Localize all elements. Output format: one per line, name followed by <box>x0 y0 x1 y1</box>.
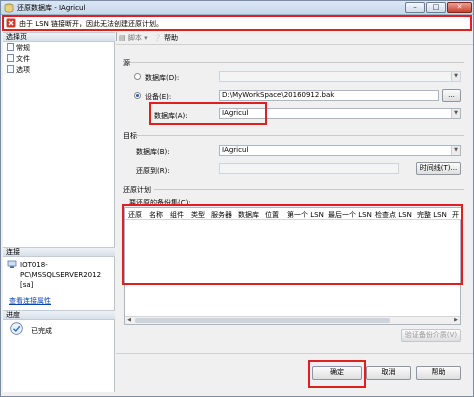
page-item-files[interactable]: 文件 <box>7 54 30 64</box>
connection-info: IOT018-PC\MSSQLSERVER2012 [sa] <box>20 261 102 289</box>
page-icon <box>7 54 14 62</box>
restore-plan-title: 还原计划 <box>123 186 151 194</box>
col-name[interactable]: 名称 <box>149 210 163 220</box>
error-message: 由于 LSN 链接断开，因此无法创建还原计划。 <box>19 20 164 28</box>
title-bar: 还原数据库 - IAgricul – □ ✕ <box>1 1 473 15</box>
page-item-options[interactable]: 选项 <box>7 65 30 75</box>
scroll-left-icon[interactable]: ◀ <box>125 317 133 324</box>
source-db-select[interactable]: IAgricul ▼ <box>219 108 461 119</box>
database-source-radio[interactable] <box>134 73 141 80</box>
col-checkpoint-lsn[interactable]: 检查点 LSN <box>375 210 412 220</box>
server-icon <box>7 260 17 268</box>
col-type[interactable]: 类型 <box>191 210 205 220</box>
connection-header: 连接 <box>3 247 115 257</box>
select-page-header: 选择页 <box>3 32 115 42</box>
source-db-label: 数据库(A): <box>154 112 188 120</box>
target-divider <box>135 135 464 136</box>
script-icon: ▤ <box>119 34 126 42</box>
help-icon: ❔ <box>153 34 162 42</box>
scroll-thumb[interactable] <box>135 318 390 323</box>
close-button[interactable]: ✕ <box>447 2 472 13</box>
window-title: 还原数据库 - IAgricul <box>17 4 86 12</box>
col-full-lsn[interactable]: 完整 LSN <box>417 210 447 220</box>
error-icon <box>6 18 16 28</box>
target-section-title: 目标 <box>123 132 137 140</box>
restore-plan-divider <box>154 189 464 190</box>
database-icon <box>4 3 14 13</box>
restore-to-label: 还原到(R): <box>136 167 170 175</box>
page-icon <box>7 43 14 51</box>
error-banner: 由于 LSN 链接断开，因此无法创建还原计划。 <box>2 15 472 31</box>
chevron-down-icon: ▼ <box>451 146 460 155</box>
browse-device-button[interactable]: ... <box>442 89 461 102</box>
help-button[interactable]: 帮助 <box>416 366 461 380</box>
source-divider <box>130 62 464 63</box>
checkmark-icon <box>10 322 23 335</box>
device-path-field[interactable]: D:\MyWorkSpace\20160912.bak <box>219 90 439 101</box>
col-start[interactable]: 开 <box>452 210 459 220</box>
help-toolbar-button[interactable]: ❔ 帮助 <box>153 33 178 43</box>
col-last-lsn[interactable]: 最后一个 LSN <box>328 210 372 220</box>
source-section-title: 源 <box>123 59 130 67</box>
col-database[interactable]: 数据库 <box>238 210 259 220</box>
target-db-field[interactable]: IAgricul ▼ <box>219 145 461 156</box>
horizontal-scrollbar[interactable]: ◀ ▶ <box>125 316 460 324</box>
device-label: 设备(E): <box>145 93 172 101</box>
timeline-button[interactable]: 时间线(T)... <box>416 162 461 175</box>
chevron-down-icon: ▾ <box>144 34 148 42</box>
page-icon <box>7 65 14 73</box>
restore-database-dialog: 还原数据库 - IAgricul – □ ✕ 由于 LSN 链接断开，因此无法创… <box>0 0 474 397</box>
col-server[interactable]: 服务器 <box>211 210 232 220</box>
toolbar: ▤ 脚本 ▾ ❔ 帮助 <box>116 32 473 45</box>
progress-header: 进度 <box>3 310 115 320</box>
chevron-down-icon: ▼ <box>451 109 460 118</box>
database-source-label: 数据库(D): <box>145 74 180 82</box>
backup-sets-grid[interactable]: 还原 名称 组件 类型 服务器 数据库 位置 第一个 LSN 最后一个 LSN … <box>124 207 462 325</box>
script-button[interactable]: ▤ 脚本 ▾ <box>119 33 148 43</box>
grid-header: 还原 名称 组件 类型 服务器 数据库 位置 第一个 LSN 最后一个 LSN … <box>125 208 462 220</box>
col-position[interactable]: 位置 <box>265 210 279 220</box>
cancel-button[interactable]: 取消 <box>366 366 411 380</box>
database-source-select[interactable]: ▼ <box>219 71 461 82</box>
col-restore[interactable]: 还原 <box>128 210 142 220</box>
minimize-button[interactable]: – <box>405 2 425 13</box>
restore-to-field <box>219 163 399 174</box>
scroll-right-icon[interactable]: ▶ <box>452 317 460 324</box>
verify-media-button[interactable]: 验证备份介质(V) <box>401 329 461 342</box>
progress-status: 已完成 <box>31 327 52 335</box>
col-first-lsn[interactable]: 第一个 LSN <box>287 210 324 220</box>
maximize-button[interactable]: □ <box>426 2 446 13</box>
left-pane: 选择页 常规 文件 选项 连接 IOT018-PC\MSSQLSERVER201… <box>3 32 115 392</box>
ok-button[interactable]: 确定 <box>312 366 362 380</box>
page-item-general[interactable]: 常规 <box>7 43 30 53</box>
toolbar-divider <box>116 32 117 41</box>
device-source-radio[interactable] <box>134 92 141 99</box>
col-component[interactable]: 组件 <box>170 210 184 220</box>
target-db-label: 数据库(B): <box>136 148 170 156</box>
view-connection-properties-link[interactable]: 查看连接属性 <box>9 296 51 306</box>
chevron-down-icon: ▼ <box>451 72 460 81</box>
